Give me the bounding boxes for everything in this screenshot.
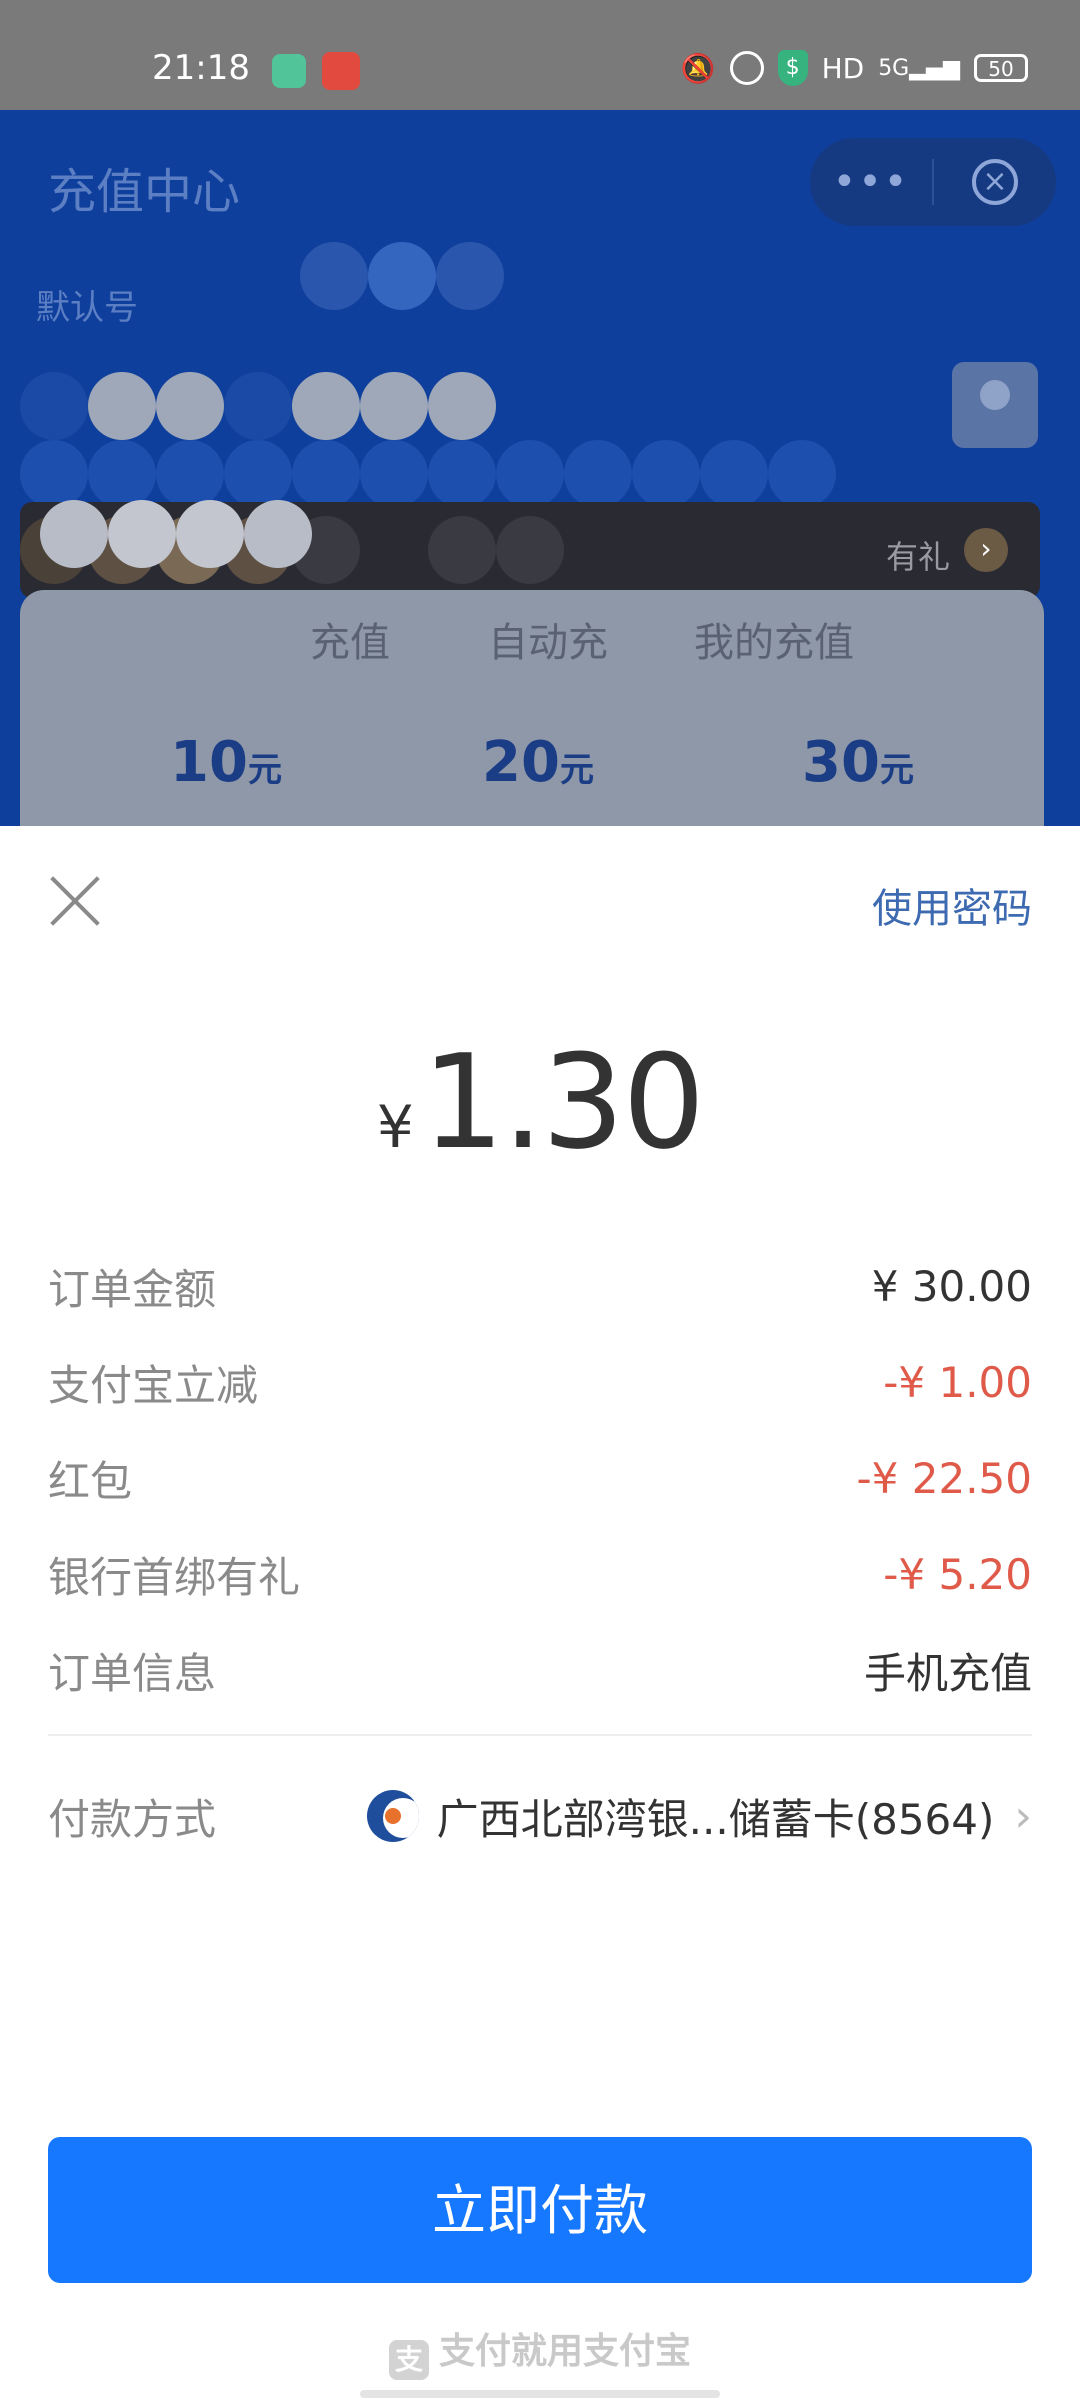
contacts-icon[interactable] <box>952 362 1038 448</box>
notification-app-icon <box>322 52 360 90</box>
banner-text: 有礼 <box>885 538 950 576</box>
shield-icon: $ <box>777 50 808 86</box>
signal-icon: 5G▂▄▆ <box>878 55 960 81</box>
amount-value: 1.30 <box>421 1026 705 1178</box>
detail-row-red-packet: 红包 -¥ 22.50 <box>48 1446 1032 1510</box>
amount-option-20[interactable]: 20元 <box>482 730 594 795</box>
detail-row-order-info: 订单信息 手机充值 <box>48 1638 1032 1702</box>
currency-symbol: ¥ <box>376 1093 414 1161</box>
tab-recharge[interactable]: 充值 <box>310 610 390 668</box>
status-icons: 🔕 $ HD 5G▂▄▆ 50 <box>681 50 1028 86</box>
miniapp-capsule: ••• × <box>810 138 1056 226</box>
amount-option-30[interactable]: 30元 <box>802 730 914 795</box>
blurred-content <box>20 242 504 310</box>
payment-amount: ¥1.30 <box>0 1026 1080 1178</box>
footer-slogan: 支付就用支付宝 <box>438 2331 691 2372</box>
divider <box>48 1734 1032 1736</box>
row-value: 手机充值 <box>863 1648 1032 1698</box>
row-value: -¥ 5.20 <box>883 1549 1032 1599</box>
tab-auto-recharge[interactable]: 自动充 <box>488 610 608 668</box>
detail-row-bank-bonus: 银行首绑有礼 -¥ 5.20 <box>48 1542 1032 1606</box>
blurred-phone-number <box>20 372 496 440</box>
payment-sheet: 使用密码 ¥1.30 订单金额 ¥ 30.00 支付宝立减 -¥ 1.00 红包… <box>0 826 1080 2400</box>
alipay-footer: 支支付就用支付宝 <box>0 2322 1080 2380</box>
battery-icon: 50 <box>974 54 1028 82</box>
tab-my-recharge[interactable]: 我的充值 <box>694 610 854 668</box>
use-password-link[interactable]: 使用密码 <box>872 876 1032 934</box>
recharge-center-page: 充值中心 ••• × 默认号 有礼 › 充值 自动充 我的充值 10元 20元 … <box>0 110 1080 826</box>
close-circle-icon: × <box>972 159 1018 205</box>
blurred-content <box>20 440 836 508</box>
amount-option-10[interactable]: 10元 <box>170 730 282 795</box>
payment-method-selector[interactable]: 付款方式 广西北部湾银...储蓄卡(8564) › <box>48 1776 1032 1856</box>
notification-app-icon <box>272 54 306 88</box>
detail-row-alipay-discount: 支付宝立减 -¥ 1.00 <box>48 1350 1032 1414</box>
status-time: 21:18 <box>152 48 250 88</box>
mute-icon: 🔕 <box>680 51 716 85</box>
close-miniapp-button[interactable]: × <box>934 159 1056 205</box>
row-value: ¥ 30.00 <box>871 1261 1032 1311</box>
row-label: 订单信息 <box>48 1648 217 1698</box>
row-label: 银行首绑有礼 <box>48 1552 301 1602</box>
row-label: 订单金额 <box>48 1264 217 1314</box>
row-value: -¥ 22.50 <box>856 1453 1032 1503</box>
recharge-card: 充值 自动充 我的充值 10元 20元 30元 <box>20 500 1044 826</box>
bank-logo-icon <box>366 1790 419 1842</box>
alipay-logo-icon: 支 <box>388 2340 429 2380</box>
detail-row-order-amount: 订单金额 ¥ 30.00 <box>48 1254 1032 1318</box>
background-app: 21:18 🔕 $ HD 5G▂▄▆ 50 充值中心 ••• × 默认号 有礼 … <box>0 0 1080 826</box>
chevron-right-icon: › <box>964 528 1008 572</box>
row-label: 红包 <box>48 1456 133 1506</box>
pay-now-button[interactable]: 立即付款 <box>48 2137 1032 2283</box>
alarm-icon <box>729 51 764 85</box>
row-label: 支付宝立减 <box>48 1360 259 1410</box>
bank-card-name: 广西北部湾银...储蓄卡(8564) <box>436 1794 995 1844</box>
network-type: HD <box>821 51 865 85</box>
close-icon[interactable] <box>48 874 102 928</box>
status-bar: 21:18 🔕 $ HD 5G▂▄▆ 50 <box>0 0 1080 110</box>
page-title: 充值中心 <box>48 164 241 220</box>
chevron-right-icon: › <box>1014 1790 1032 1842</box>
more-icon[interactable]: ••• <box>810 159 932 205</box>
row-value: -¥ 1.00 <box>883 1357 1032 1407</box>
home-indicator[interactable] <box>360 2390 720 2398</box>
payment-method-label: 付款方式 <box>48 1794 217 1844</box>
